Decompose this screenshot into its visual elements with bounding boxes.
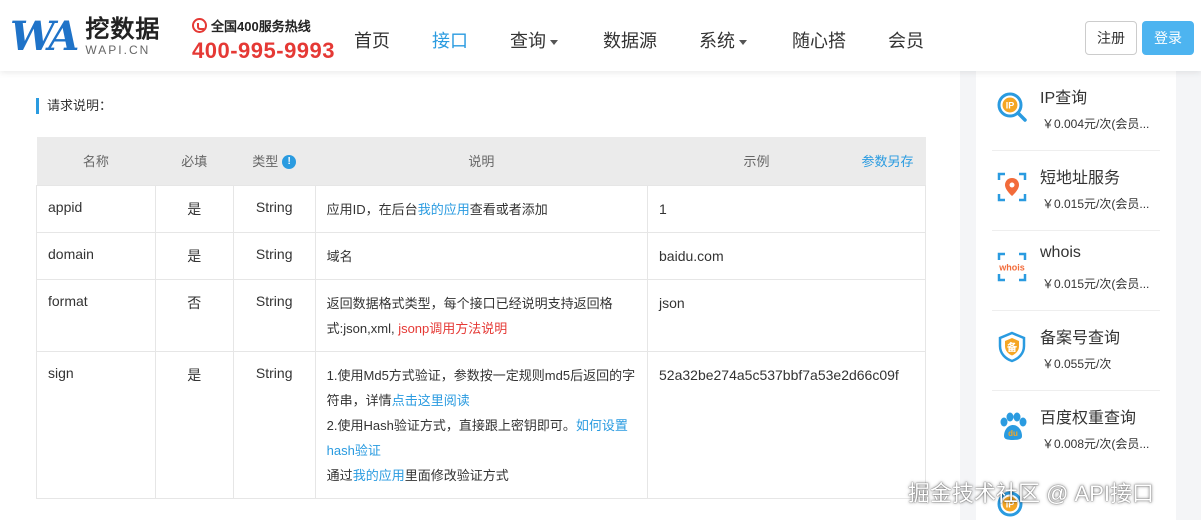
col-name: 名称: [36, 137, 156, 185]
param-name: appid: [36, 184, 156, 233]
nav-datasource[interactable]: 数据源: [603, 27, 657, 53]
nav-api[interactable]: 接口: [432, 27, 468, 53]
my-apps-link[interactable]: 我的应用: [418, 202, 470, 217]
hotline: 全国400服务热线 400-995-9993: [192, 16, 335, 64]
svg-text:whois: whois: [998, 263, 1025, 273]
nav-system-label: 系统: [699, 31, 735, 51]
param-required: 是: [154, 184, 234, 233]
param-example: baidu.com: [647, 231, 926, 280]
short-url-icon: [997, 172, 1027, 202]
desc-text: 2.使用Hash验证方式，直接跟上密钥即可。: [326, 417, 576, 433]
col-required: 必填: [155, 137, 234, 185]
sidebar-item-short-url[interactable]: 短地址服务 ￥0.015元/次(会员...: [992, 151, 1160, 231]
param-required: 否: [154, 278, 234, 352]
watermark: 掘金技术社区 @ API接口: [908, 481, 1155, 506]
param-example: 1: [647, 184, 926, 233]
col-description: 说明: [315, 137, 648, 185]
desc-text: 里面修改验证方式: [404, 467, 509, 483]
desc-text: 通过: [326, 467, 353, 483]
main-content: 请求说明： 名称 必填 类型! 说明 示例 参数另存 appid 是 String…: [0, 71, 960, 520]
paw-icon: du: [1000, 412, 1027, 440]
chevron-down-icon: [739, 39, 747, 45]
logo[interactable]: WA 挖数据 WAPI.CN: [10, 14, 160, 60]
nav-system[interactable]: 系统: [699, 27, 747, 53]
sidebar-item-price: ￥0.004元/次(会员...: [1042, 117, 1150, 131]
read-more-link[interactable]: 点击这里阅读: [392, 393, 470, 408]
svg-text:du: du: [1008, 429, 1018, 438]
svg-text:IP: IP: [1006, 101, 1015, 111]
param-description: 域名: [314, 231, 649, 280]
sidebar-item-price: ￥0.008元/次(会员...: [1042, 437, 1150, 451]
col-example: 示例 参数另存: [647, 137, 926, 185]
jsonp-help-link[interactable]: jsonp调用方法说明: [398, 321, 507, 336]
sidebar-item-name: 短地址服务: [1040, 170, 1121, 187]
param-type: String: [232, 231, 316, 280]
param-name: domain: [36, 231, 156, 280]
param-type: String: [232, 278, 316, 352]
logo-mark: WA: [10, 13, 79, 60]
nav-query[interactable]: 查询: [510, 27, 558, 53]
desc-text: 1.使用Md5方式验证，参数按一定规则md5后返回的字符串，详情: [326, 367, 636, 408]
nav-query-label: 查询: [510, 31, 546, 51]
param-required: 是: [154, 350, 234, 499]
svg-text:备: 备: [1006, 341, 1018, 354]
sidebar-item-price: ￥0.015元/次(会员...: [1042, 277, 1150, 291]
param-required: 是: [154, 231, 234, 280]
hotline-number: 400-995-9993: [192, 38, 336, 63]
param-name: sign: [36, 350, 156, 499]
nav-home[interactable]: 首页: [354, 27, 390, 53]
nav-suixinda[interactable]: 随心搭: [792, 27, 846, 53]
param-type: String: [232, 184, 316, 233]
col-type: 类型!: [233, 137, 316, 185]
save-params-link[interactable]: 参数另存: [861, 151, 913, 170]
desc-text: 查看或者添加: [469, 201, 548, 217]
col-type-label: 类型: [252, 154, 279, 170]
hotline-label: 全国400服务热线: [211, 19, 311, 34]
sidebar-item-whois[interactable]: whois whois ￥0.015元/次(会员...: [992, 231, 1160, 311]
param-description: 1.使用Md5方式验证，参数按一定规则md5后返回的字符串，详情点击这里阅读 2.…: [314, 350, 649, 499]
shield-icon: 备: [998, 331, 1026, 363]
whois-icon: whois: [997, 252, 1027, 282]
table-header-row: 名称 必填 类型! 说明 示例 参数另存: [36, 137, 926, 185]
table-row: appid 是 String 应用ID，在后台我的应用查看或者添加 1: [36, 184, 926, 233]
params-table: 名称 必填 类型! 说明 示例 参数另存 appid 是 String 应用ID，…: [36, 137, 926, 499]
table-row: format 否 String 返回数据格式类型，每个接口已经说明支持返回格式:…: [36, 278, 926, 352]
param-example: 52a32be274a5c537bbf7a53e2d66c09f: [647, 350, 926, 499]
logo-en: WAPI.CN: [85, 43, 151, 57]
sidebar-item-ip[interactable]: IP IP查询 ￥0.004元/次(会员...: [992, 71, 1160, 151]
sidebar-item-baidu-weight[interactable]: du 百度权重查询 ￥0.008元/次(会员...: [992, 391, 1160, 471]
sidebar: IP IP查询 ￥0.004元/次(会员... 短地址服务 ￥0.015元/次(…: [976, 71, 1176, 520]
param-example: json: [647, 278, 926, 352]
section-title: 请求说明：: [36, 98, 112, 114]
table-row: sign 是 String 1.使用Md5方式验证，参数按一定规则md5后返回的…: [36, 350, 926, 499]
logo-text: 挖数据 WAPI.CN: [85, 16, 161, 58]
sidebar-item-name: IP查询: [1040, 90, 1088, 107]
chevron-down-icon: [550, 39, 558, 45]
info-icon[interactable]: !: [282, 155, 297, 170]
sidebar-item-price: ￥0.015元/次(会员...: [1042, 197, 1150, 211]
ip-icon: IP: [997, 92, 1027, 122]
login-button[interactable]: 登录: [1142, 21, 1194, 55]
sidebar-item-beian[interactable]: 备 备案号查询 ￥0.055元/次: [992, 311, 1160, 391]
sidebar-item-name: 百度权重查询: [1040, 410, 1137, 427]
param-name: format: [36, 278, 156, 352]
header: WA 挖数据 WAPI.CN 全国400服务热线 400-995-9993 首页…: [0, 0, 1201, 71]
sidebar-item-name: 备案号查询: [1040, 330, 1121, 347]
desc-text: 应用ID，在后台: [326, 201, 418, 217]
param-type: String: [232, 350, 316, 499]
phone-icon: [192, 18, 207, 33]
param-description: 返回数据格式类型，每个接口已经说明支持返回格式:json,xml, jsonp调…: [314, 278, 649, 352]
nav-member[interactable]: 会员: [888, 27, 924, 53]
register-button[interactable]: 注册: [1085, 21, 1137, 55]
sidebar-item-price: ￥0.055元/次: [1042, 357, 1112, 371]
col-example-label: 示例: [743, 154, 770, 170]
param-description: 应用ID，在后台我的应用查看或者添加: [314, 184, 649, 233]
logo-cn: 挖数据: [85, 16, 161, 43]
sidebar-item-name: whois: [1040, 244, 1081, 261]
table-row: domain 是 String 域名 baidu.com: [36, 231, 926, 280]
my-apps-link[interactable]: 我的应用: [353, 468, 405, 483]
